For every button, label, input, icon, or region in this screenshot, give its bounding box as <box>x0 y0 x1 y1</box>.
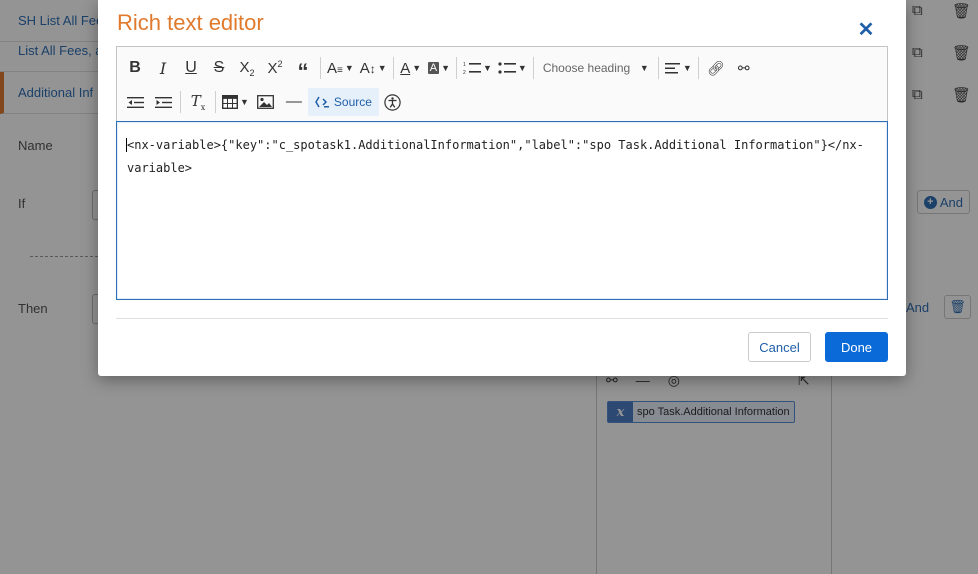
underline-icon: U <box>185 59 197 76</box>
indent-icon <box>154 96 172 108</box>
toolbar-separator <box>215 91 216 113</box>
toolbar-separator <box>455 57 457 79</box>
bold-button[interactable]: B <box>121 54 149 82</box>
italic-icon: I <box>159 58 167 78</box>
toolbar-separator <box>180 91 181 113</box>
source-line-2: variable> <box>127 161 193 175</box>
background-color-dropdown[interactable]: A ▼ <box>425 54 453 82</box>
strikethrough-button[interactable]: S <box>205 54 233 82</box>
font-size-dropdown[interactable]: A≡ ▼ <box>324 54 357 82</box>
chevron-down-icon: ▼ <box>482 63 492 73</box>
subscript-button[interactable]: X2 <box>233 54 261 82</box>
chevron-down-icon: ▼ <box>639 63 649 73</box>
source-button[interactable]: Source <box>307 88 379 116</box>
accessibility-button[interactable] <box>379 88 407 116</box>
chevron-down-icon: ▼ <box>240 97 249 107</box>
italic-button[interactable]: I <box>149 54 177 82</box>
font-color-icon: A <box>400 59 411 77</box>
heading-dropdown-label: Choose heading <box>542 61 631 75</box>
rich-text-editor-modal: Rich text editor ✕ B I U S X2 X2 “ A≡ ▼ A… <box>98 0 906 376</box>
modal-footer-divider <box>116 318 888 319</box>
chevron-down-icon: ▼ <box>517 63 527 73</box>
unlink-icon: ⚯ <box>737 59 750 76</box>
link-icon: 🔗︎ <box>706 59 725 76</box>
bold-icon: B <box>129 59 141 76</box>
subscript-icon: X2 <box>239 58 255 78</box>
horizontal-line-icon: — <box>285 93 302 110</box>
toolbar-separator <box>320 57 321 79</box>
insert-image-button[interactable] <box>252 88 280 116</box>
numbered-list-icon: 12 <box>463 62 481 75</box>
source-button-label: Source <box>333 95 372 109</box>
outdent-button[interactable] <box>121 88 149 116</box>
insert-table-dropdown[interactable]: ▼ <box>219 88 252 116</box>
font-family-dropdown[interactable]: A↕ ▼ <box>357 54 390 82</box>
font-family-icon: A↕ <box>359 59 376 77</box>
toolbar-row: B I U S X2 X2 “ A≡ ▼ A↕ ▼ A ▼ A ▼ 12 ▼ ▼… <box>121 51 758 85</box>
chevron-down-icon: ▼ <box>441 63 450 73</box>
accessibility-icon <box>384 93 402 111</box>
toolbar-separator <box>657 57 659 79</box>
font-size-icon: A≡ <box>327 59 343 77</box>
remove-format-icon: Tx <box>190 92 206 112</box>
toolbar-separator <box>532 57 534 79</box>
svg-text:1: 1 <box>463 62 466 68</box>
heading-dropdown[interactable]: Choose heading ▼ <box>537 54 655 82</box>
align-left-icon <box>664 62 680 73</box>
rich-text-editor: B I U S X2 X2 “ A≡ ▼ A↕ ▼ A ▼ A ▼ 12 ▼ ▼… <box>116 46 888 300</box>
superscript-icon: X2 <box>267 59 283 77</box>
chevron-down-icon: ▼ <box>377 63 387 73</box>
superscript-button[interactable]: X2 <box>261 54 289 82</box>
chevron-down-icon: ▼ <box>682 63 692 73</box>
alignment-dropdown[interactable]: ▼ <box>662 54 695 82</box>
unlink-button[interactable]: ⚯ <box>730 54 758 82</box>
outdent-icon <box>126 96 144 108</box>
close-icon[interactable]: ✕ <box>855 18 877 41</box>
source-line-1: <nx-variable>{"key":"c_spotask1.Addition… <box>127 138 864 152</box>
image-icon <box>257 95 275 109</box>
toolbar-separator <box>697 57 699 79</box>
link-button[interactable]: 🔗︎ <box>702 54 730 82</box>
numbered-list-dropdown[interactable]: 12 ▼ <box>460 54 495 82</box>
editor-toolbar: B I U S X2 X2 “ A≡ ▼ A↕ ▼ A ▼ A ▼ 12 ▼ ▼… <box>116 46 888 121</box>
modal-title: Rich text editor <box>117 10 264 35</box>
svg-text:2: 2 <box>463 70 466 75</box>
indent-button[interactable] <box>149 88 177 116</box>
remove-format-button[interactable]: Tx <box>184 88 212 116</box>
bulleted-list-icon <box>498 62 516 74</box>
underline-button[interactable]: U <box>177 54 205 82</box>
blockquote-button[interactable]: “ <box>289 54 317 84</box>
background-color-icon: A <box>427 62 440 74</box>
toolbar-row: Tx ▼ — Source <box>121 85 407 119</box>
done-button[interactable]: Done <box>825 332 888 362</box>
font-color-dropdown[interactable]: A ▼ <box>397 54 425 82</box>
chevron-down-icon: ▼ <box>344 63 354 73</box>
toolbar-separator <box>392 57 394 79</box>
table-icon <box>222 95 238 109</box>
strikethrough-icon: S <box>213 59 225 76</box>
editor-content-area[interactable]: <nx-variable>{"key":"c_spotask1.Addition… <box>116 121 888 300</box>
chevron-down-icon: ▼ <box>412 63 422 73</box>
cancel-button[interactable]: Cancel <box>748 332 811 362</box>
quote-icon: “ <box>297 59 309 84</box>
bulleted-list-dropdown[interactable]: ▼ <box>495 54 530 82</box>
horizontal-line-button[interactable]: — <box>280 88 308 116</box>
source-icon <box>315 96 329 108</box>
